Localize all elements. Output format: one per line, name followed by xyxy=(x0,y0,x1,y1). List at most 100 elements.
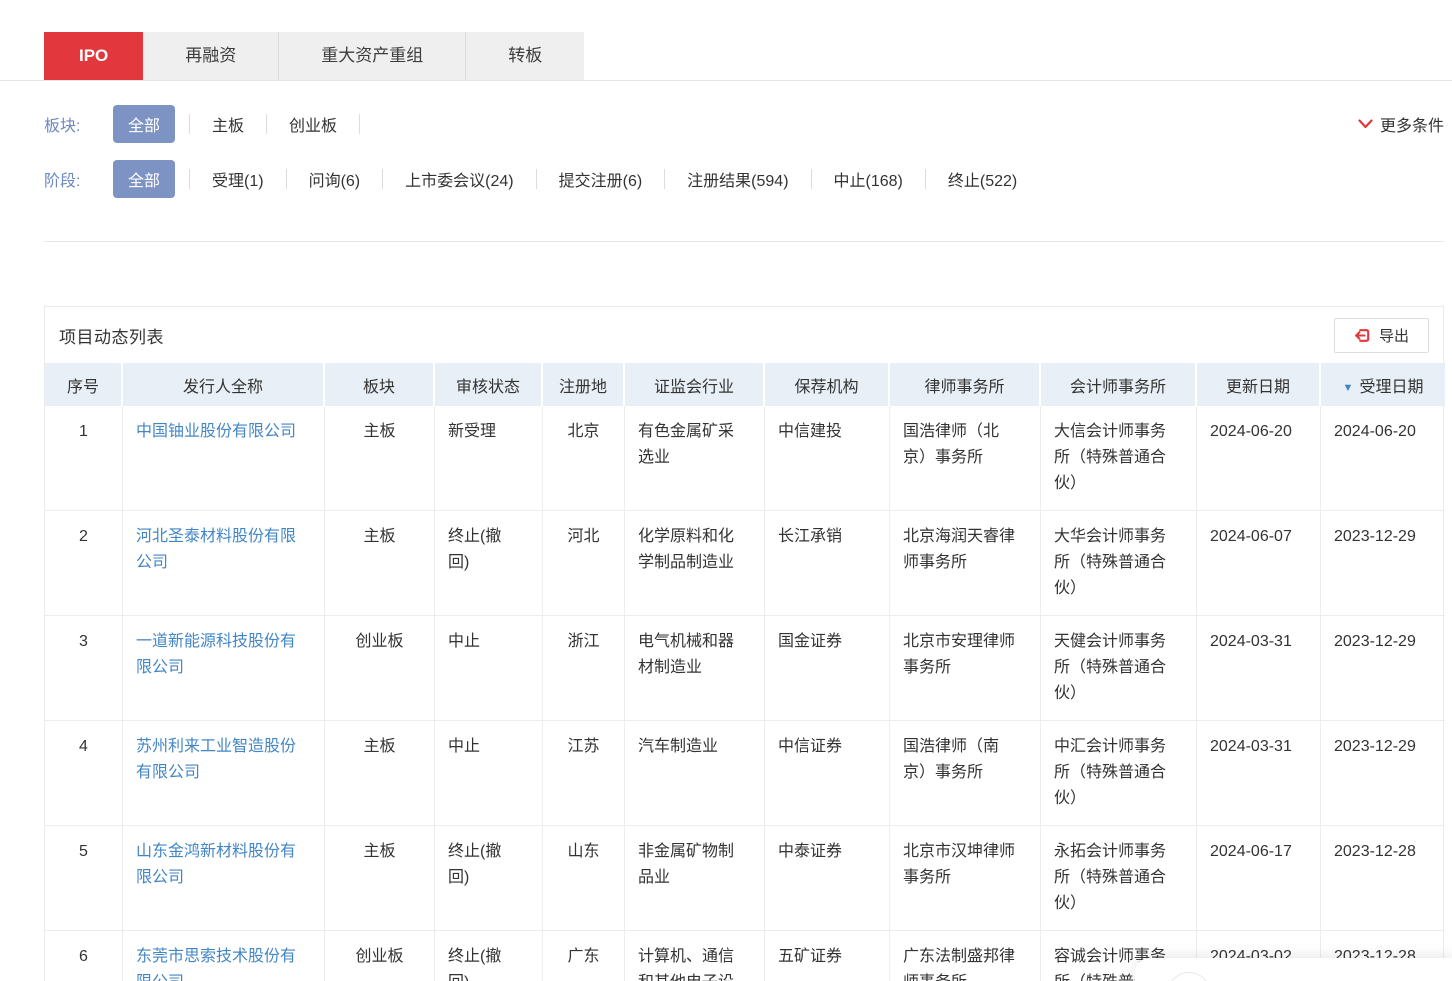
more-conditions-button[interactable]: 更多条件 xyxy=(1358,112,1444,136)
column-header-受理日期[interactable]: ▼受理日期 xyxy=(1321,363,1445,406)
table-row: 5山东金鸿新材料股份有限公司主板终止(撤回)山东非金属矿物制品业中泰证券北京市汉… xyxy=(45,826,1445,931)
cell-保荐机构: 长江承销 xyxy=(765,511,890,616)
cell-保荐机构: 中信建投 xyxy=(765,406,890,511)
cell-更新日期: 2024-03-31 xyxy=(1197,616,1321,721)
cell-更新日期: 2024-06-20 xyxy=(1197,406,1321,511)
cell-受理日期: 2023-12-29 xyxy=(1321,616,1445,721)
tab-重大资产重组[interactable]: 重大资产重组 xyxy=(279,32,466,80)
cell-板块: 主板 xyxy=(325,826,435,931)
filter-option-全部[interactable]: 全部 xyxy=(113,105,175,143)
cell-受理日期: 2023-12-29 xyxy=(1321,511,1445,616)
cell-保荐机构: 中信证券 xyxy=(765,721,890,826)
column-header-审核状态: 审核状态 xyxy=(435,363,543,406)
cell-序号: 4 xyxy=(45,721,123,826)
filter-option-创业板[interactable]: 创业板 xyxy=(267,112,359,136)
export-button[interactable]: 导出 xyxy=(1334,318,1429,353)
cell-序号: 3 xyxy=(45,616,123,721)
column-header-label: 受理日期 xyxy=(1359,379,1423,396)
table-head: 序号 发行人全称 板块 审核状态 注册地证监会行业 保荐机构 律师事务所 会计师事务所 更新日期… xyxy=(45,363,1445,406)
tab-再融资[interactable]: 再融资 xyxy=(143,32,279,80)
cell-律师事务所: 国浩律师（北京）事务所 xyxy=(890,406,1041,511)
panel-title: 项目动态列表 xyxy=(59,323,164,348)
cell-注册地: 山东 xyxy=(543,826,625,931)
cell-会计师事务所: 大华会计师事务所（特殊普通合伙） xyxy=(1041,511,1197,616)
cell-审核状态: 中止 xyxy=(435,721,543,826)
column-header-注册地: 注册地 xyxy=(543,363,625,406)
filter-label-board: 板块: xyxy=(44,112,113,136)
column-header-label: 律师事务所 xyxy=(924,379,1004,396)
cell-证监会行业: 电气机械和器材制造业 xyxy=(625,616,765,721)
panel-header: 项目动态列表 导出 xyxy=(45,307,1443,363)
cell-发行人全称: 苏州利来工业智造股份有限公司 xyxy=(123,721,325,826)
column-header-序号: 序号 xyxy=(45,363,123,406)
cell-注册地: 浙江 xyxy=(543,616,625,721)
cell-发行人全称: 中国铀业股份有限公司 xyxy=(123,406,325,511)
cell-证监会行业: 非金属矿物制品业 xyxy=(625,826,765,931)
filter-option-主板[interactable]: 主板 xyxy=(190,112,266,136)
cell-受理日期: 2023-12-28 xyxy=(1321,826,1445,931)
tab-转板[interactable]: 转板 xyxy=(466,32,584,80)
filter-row-stage: 阶段: 全部受理(1)问询(6)上市委会议(24)提交注册(6)注册结果(594… xyxy=(44,161,1444,197)
filter-option-注册结果(594)[interactable]: 注册结果(594) xyxy=(665,167,810,191)
column-header-保荐机构: 保荐机构 xyxy=(765,363,890,406)
cell-板块: 创业板 xyxy=(325,931,435,981)
filter-option-问询(6)[interactable]: 问询(6) xyxy=(287,167,383,191)
page: IPO再融资重大资产重组转板 板块: 全部主板创业板 更多条件 阶段: 全部受理… xyxy=(0,0,1452,981)
cell-序号: 2 xyxy=(45,511,123,616)
issuer-link[interactable]: 一道新能源科技股份有限公司 xyxy=(136,633,296,676)
cell-更新日期: 2024-06-07 xyxy=(1197,511,1321,616)
filter-option-受理(1)[interactable]: 受理(1) xyxy=(190,167,286,191)
issuer-link[interactable]: 山东金鸿新材料股份有限公司 xyxy=(136,843,296,886)
tab-strip-wrap: IPO再融资重大资产重组转板 xyxy=(0,32,1452,81)
issuer-link[interactable]: 苏州利来工业智造股份有限公司 xyxy=(136,738,296,781)
column-header-label: 会计师事务所 xyxy=(1070,379,1166,396)
cell-审核状态: 中止 xyxy=(435,616,543,721)
issuer-link[interactable]: 中国铀业股份有限公司 xyxy=(136,423,296,440)
tab-IPO[interactable]: IPO xyxy=(44,32,143,80)
filter-option-上市委会议(24)[interactable]: 上市委会议(24) xyxy=(383,167,535,191)
filter-option-提交注册(6)[interactable]: 提交注册(6) xyxy=(537,167,665,191)
cell-发行人全称: 一道新能源科技股份有限公司 xyxy=(123,616,325,721)
board-options: 全部主板创业板 xyxy=(113,105,360,143)
chevron-down-icon xyxy=(1358,119,1373,129)
issuer-link[interactable]: 东莞市思索技术股份有限公司 xyxy=(136,948,296,981)
cell-证监会行业: 计算机、通信和其他电子设备制造业 xyxy=(625,931,765,981)
header-row: 序号 发行人全称 板块 审核状态 注册地证监会行业 保荐机构 律师事务所 会计师事务所 更新日期… xyxy=(45,363,1445,406)
stage-options: 全部受理(1)问询(6)上市委会议(24)提交注册(6)注册结果(594)中止(… xyxy=(113,160,1039,198)
cell-序号: 6 xyxy=(45,931,123,981)
cell-律师事务所: 广东法制盛邦律师事务所 xyxy=(890,931,1041,981)
cell-证监会行业: 汽车制造业 xyxy=(625,721,765,826)
table-row: 4苏州利来工业智造股份有限公司主板中止江苏汽车制造业中信证券国浩律师（南京）事务… xyxy=(45,721,1445,826)
filters: 板块: 全部主板创业板 更多条件 阶段: 全部受理(1)问询(6)上市委会议(2… xyxy=(44,106,1444,197)
table-body: 1中国铀业股份有限公司主板新受理北京有色金属矿采选业中信建投国浩律师（北京）事务… xyxy=(45,406,1445,981)
column-header-label: 发行人全称 xyxy=(183,379,263,396)
column-header-label: 审核状态 xyxy=(456,379,520,396)
cell-板块: 主板 xyxy=(325,511,435,616)
column-header-label: 保荐机构 xyxy=(794,379,858,396)
tab-strip: IPO再融资重大资产重组转板 xyxy=(44,32,1452,80)
issuer-link[interactable]: 河北圣泰材料股份有限公司 xyxy=(136,528,296,571)
column-header-板块: 板块 xyxy=(325,363,435,406)
column-header-发行人全称: 发行人全称 xyxy=(123,363,325,406)
column-header-会计师事务所: 会计师事务所 xyxy=(1041,363,1197,406)
floating-widget-card[interactable] xyxy=(1135,958,1452,981)
column-header-证监会行业: 证监会行业 xyxy=(625,363,765,406)
export-icon xyxy=(1354,327,1371,344)
filter-option-全部[interactable]: 全部 xyxy=(113,160,175,198)
cell-更新日期: 2024-03-31 xyxy=(1197,721,1321,826)
cell-保荐机构: 国金证券 xyxy=(765,616,890,721)
filter-option-中止(168)[interactable]: 中止(168) xyxy=(812,167,925,191)
cell-审核状态: 终止(撤回) xyxy=(435,511,543,616)
column-header-label: 板块 xyxy=(363,379,395,396)
cell-会计师事务所: 永拓会计师事务所（特殊普通合伙） xyxy=(1041,826,1197,931)
cell-更新日期: 2024-06-17 xyxy=(1197,826,1321,931)
more-conditions-label: 更多条件 xyxy=(1380,112,1444,136)
project-list-panel: 项目动态列表 导出 序号 发行人全称 板块 审核状态 注册地证监会行业 保荐机构 律师事务所… xyxy=(44,306,1444,981)
filter-option-终止(522)[interactable]: 终止(522) xyxy=(926,167,1039,191)
cell-会计师事务所: 天健会计师事务所（特殊普通合伙） xyxy=(1041,616,1197,721)
cell-律师事务所: 国浩律师（南京）事务所 xyxy=(890,721,1041,826)
cell-序号: 5 xyxy=(45,826,123,931)
column-header-更新日期[interactable]: 更新日期 xyxy=(1197,363,1321,406)
table-row: 2河北圣泰材料股份有限公司主板终止(撤回)河北化学原料和化学制品制造业长江承销北… xyxy=(45,511,1445,616)
cell-发行人全称: 山东金鸿新材料股份有限公司 xyxy=(123,826,325,931)
